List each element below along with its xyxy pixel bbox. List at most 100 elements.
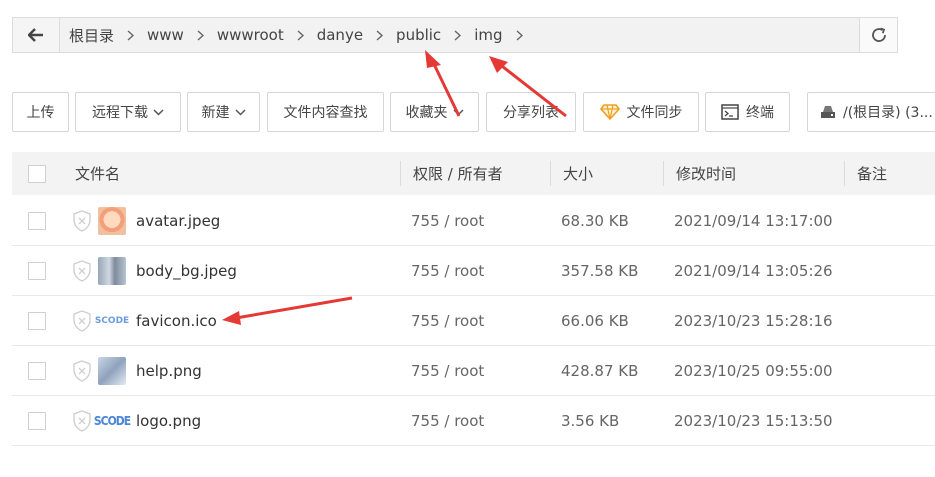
remote-download-label: 远程下载 (92, 105, 148, 121)
file-size: 428.87 KB (561, 361, 639, 380)
table-row[interactable]: body_bg.jpeg 755 / root 357.58 KB 2021/0… (12, 246, 935, 296)
file-thumbnail[interactable] (98, 346, 126, 395)
refresh-button[interactable] (859, 18, 897, 52)
header-note[interactable]: 备注 (857, 152, 887, 195)
file-size: 3.56 KB (561, 411, 620, 430)
chevron-right-icon (286, 29, 315, 41)
upload-button[interactable]: 上传 (12, 92, 69, 132)
table-row[interactable]: help.png 755 / root 428.87 KB 2023/10/25… (12, 346, 935, 396)
row-checkbox-cell (28, 346, 46, 395)
terminal-icon (721, 104, 739, 120)
select-all-checkbox[interactable] (28, 164, 46, 183)
chevron-down-icon (153, 108, 164, 116)
share-list-button[interactable]: 分享列表 (486, 92, 576, 132)
column-divider (663, 161, 664, 186)
breadcrumb-item-root[interactable]: 根目录 (67, 25, 116, 46)
file-sync-button[interactable]: 文件同步 (583, 92, 699, 132)
refresh-icon (871, 27, 886, 42)
chevron-right-icon (365, 29, 394, 41)
file-permission[interactable]: 755 / root (411, 396, 484, 445)
row-checkbox[interactable] (28, 361, 46, 380)
file-thumbnail[interactable] (98, 196, 126, 245)
file-mtime: 2021/09/14 13:05:26 (674, 261, 833, 280)
file-size: 68.30 KB (561, 211, 629, 230)
new-button[interactable]: 新建 (187, 92, 260, 132)
file-sync-label: 文件同步 (626, 105, 683, 121)
file-permission[interactable]: 755 / root (411, 346, 484, 395)
thumbnail-text: SCODE (93, 413, 131, 428)
file-name[interactable]: favicon.ico (136, 296, 217, 345)
arrow-left-icon (28, 28, 43, 42)
file-thumbnail[interactable]: SCODE (94, 296, 130, 345)
shield-icon[interactable] (72, 296, 92, 345)
row-checkbox-cell (28, 196, 46, 245)
file-mtime: 2021/09/14 13:17:00 (674, 211, 833, 230)
shield-icon[interactable] (72, 246, 92, 295)
breadcrumb-item-www[interactable]: www (145, 26, 186, 44)
header-size[interactable]: 大小 (563, 152, 593, 195)
file-thumbnail[interactable]: SCODE (94, 396, 131, 445)
file-thumbnail[interactable] (98, 246, 126, 295)
file-size: 66.06 KB (561, 311, 629, 330)
select-all-checkbox-cell (28, 152, 46, 195)
disk-button[interactable]: /(根目录) (3... (807, 92, 935, 132)
terminal-button[interactable]: 终端 (705, 92, 790, 132)
breadcrumb-item-wwwroot[interactable]: wwwroot (215, 26, 286, 44)
breadcrumb-item-public[interactable]: public (394, 26, 443, 44)
file-mtime: 2023/10/25 09:55:00 (674, 361, 833, 380)
breadcrumb-item-danye[interactable]: danye (315, 26, 365, 44)
chevron-down-icon (234, 108, 246, 116)
row-checkbox[interactable] (28, 311, 46, 330)
file-name[interactable]: logo.png (136, 396, 201, 445)
bg-image-thumbnail (98, 256, 126, 285)
shield-icon[interactable] (72, 346, 92, 395)
file-name[interactable]: help.png (136, 346, 202, 395)
file-name[interactable]: body_bg.jpeg (136, 246, 237, 295)
favorites-button[interactable]: 收藏夹 (390, 92, 479, 132)
chevron-right-icon (443, 29, 472, 41)
file-mtime: 2023/10/23 15:28:16 (674, 311, 833, 330)
file-permission[interactable]: 755 / root (411, 296, 484, 345)
file-name[interactable]: avatar.jpeg (136, 196, 220, 245)
new-label: 新建 (201, 105, 230, 121)
path-bar: 根目录 www wwwroot danye public img (12, 17, 898, 53)
content-search-label: 文件内容查找 (283, 105, 368, 121)
header-permission[interactable]: 权限 / 所有者 (413, 152, 503, 195)
row-checkbox[interactable] (28, 211, 46, 230)
row-checkbox[interactable] (28, 261, 46, 280)
shield-icon[interactable] (72, 396, 92, 445)
row-checkbox[interactable] (28, 411, 46, 430)
disk-label: /(根目录) (3... (843, 105, 933, 121)
table-row[interactable]: SCODE favicon.ico 755 / root 66.06 KB 20… (12, 296, 935, 346)
column-divider (550, 161, 551, 186)
terminal-label: 终端 (746, 105, 774, 121)
table-header: 文件名 权限 / 所有者 大小 修改时间 备注 (12, 152, 935, 195)
chevron-right-icon (116, 29, 145, 41)
header-name[interactable]: 文件名 (75, 152, 120, 195)
content-search-button[interactable]: 文件内容查找 (267, 92, 384, 132)
back-button[interactable] (13, 18, 60, 52)
table-row[interactable]: SCODE logo.png 755 / root 3.56 KB 2023/1… (12, 396, 935, 446)
row-checkbox-cell (28, 246, 46, 295)
breadcrumb-item-img[interactable]: img (472, 26, 504, 44)
file-permission[interactable]: 755 / root (411, 196, 484, 245)
shield-icon[interactable] (72, 196, 92, 245)
file-permission[interactable]: 755 / root (411, 246, 484, 295)
column-divider (400, 161, 401, 186)
upload-label: 上传 (26, 105, 55, 121)
share-list-label: 分享列表 (503, 105, 559, 121)
table-row[interactable]: avatar.jpeg 755 / root 68.30 KB 2021/09/… (12, 196, 935, 246)
disk-icon (820, 105, 836, 119)
file-mtime: 2023/10/23 15:13:50 (674, 411, 833, 430)
help-image-thumbnail (98, 356, 126, 385)
header-mtime[interactable]: 修改时间 (676, 152, 736, 195)
scode-favicon-thumbnail: SCODE (94, 307, 130, 335)
column-divider (844, 161, 845, 186)
remote-download-button[interactable]: 远程下载 (75, 92, 181, 132)
diamond-icon (599, 104, 620, 120)
thumbnail-text: SCODE (94, 315, 130, 326)
scode-logo-thumbnail: SCODE (94, 407, 131, 435)
row-checkbox-cell (28, 396, 46, 445)
chevron-right-icon (505, 29, 534, 41)
row-checkbox-cell (28, 296, 46, 345)
